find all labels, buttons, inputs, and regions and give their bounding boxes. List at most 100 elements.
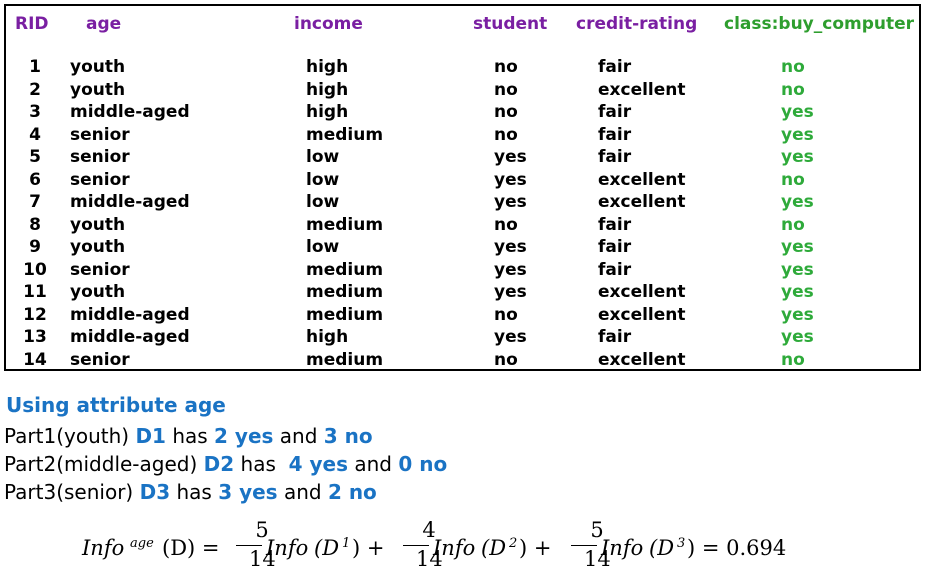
part-mid1: has: [234, 452, 289, 476]
part-line: Part2(middle-aged) D2 has 4 yes and 0 no: [4, 452, 447, 476]
section-title: Using attribute age: [6, 393, 226, 417]
header-student: student: [473, 14, 548, 34]
cell-student: no: [494, 214, 518, 235]
cell-rid: 13: [23, 327, 47, 347]
cell-age: middle-aged: [70, 304, 190, 325]
cell-student: no: [494, 57, 518, 77]
part-yes: 2 yes: [214, 424, 274, 448]
cell-class: no: [781, 57, 805, 77]
cell-credit-rating: excellent: [598, 192, 686, 212]
part-mid1: has: [165, 424, 215, 448]
cell-credit-rating: excellent: [598, 304, 686, 325]
header-credit-rating: credit-rating: [576, 14, 698, 34]
cell-class: no: [781, 79, 805, 100]
cell-income: low: [306, 237, 340, 257]
table-row: 3 middle-aged high no fair yes: [6, 102, 919, 124]
part-dname: D2: [203, 452, 235, 476]
term-arg: (D: [481, 536, 507, 560]
cell-rid: 4: [29, 124, 41, 145]
cell-age: senior: [70, 349, 130, 370]
part-yes: 4 yes: [288, 452, 348, 476]
cell-credit-rating: fair: [598, 57, 632, 77]
cell-credit-rating: excellent: [598, 349, 686, 370]
cell-income: low: [306, 169, 340, 190]
cell-credit-rating: excellent: [598, 169, 686, 190]
cell-class: yes: [781, 304, 814, 325]
cell-student: yes: [494, 259, 527, 280]
cell-student: yes: [494, 147, 527, 167]
part-line: Part3(senior) D3 has 3 yes and 2 no: [4, 480, 377, 504]
cell-age: senior: [70, 259, 130, 280]
cell-student: no: [494, 102, 518, 122]
cell-student: no: [494, 124, 518, 145]
table-row: 14 senior medium no excellent no: [6, 350, 919, 372]
cell-rid: 3: [29, 102, 41, 122]
cell-class: yes: [781, 237, 814, 257]
cell-income: medium: [306, 304, 384, 325]
table-row: 7 middle-aged low yes excellent yes: [6, 192, 919, 214]
cell-age: youth: [70, 282, 126, 302]
part-mid2: and: [348, 452, 399, 476]
header-class: class:buy_computer: [724, 14, 915, 34]
cell-age: youth: [70, 79, 126, 100]
data-table: RID age income student credit-rating cla…: [4, 4, 921, 371]
header-age: age: [86, 14, 122, 34]
term-info: Info: [266, 536, 309, 560]
cell-income: medium: [306, 124, 384, 145]
cell-rid: 9: [29, 237, 41, 257]
term-sub: 2: [509, 536, 518, 551]
cell-credit-rating: fair: [598, 124, 632, 145]
header-income: income: [294, 14, 363, 34]
part-prefix: Part2(middle-aged): [4, 452, 204, 476]
part-yes: 3 yes: [218, 480, 278, 504]
cell-credit-rating: fair: [598, 327, 632, 347]
part-dname: D1: [135, 424, 166, 448]
cell-credit-rating: fair: [598, 237, 632, 257]
term-arg: (D: [314, 536, 340, 560]
cell-rid: 12: [23, 304, 47, 325]
cell-income: medium: [306, 214, 384, 235]
term-info: Info: [601, 536, 644, 560]
part-no: 2 no: [327, 480, 377, 504]
table-row: 12 middle-aged medium no excellent yes: [6, 305, 919, 327]
cell-class: no: [781, 349, 805, 370]
cell-student: yes: [494, 327, 527, 347]
cell-student: no: [494, 349, 518, 370]
table-row: 6 senior low yes excellent no: [6, 170, 919, 192]
fraction-bar: [571, 545, 597, 546]
part-dname: D3: [139, 480, 171, 504]
cell-rid: 7: [29, 192, 41, 212]
cell-credit-rating: fair: [598, 147, 632, 167]
fraction-bar: [403, 545, 429, 546]
term-sub: 1: [342, 536, 351, 551]
part-prefix: Part3(senior): [4, 480, 140, 504]
fraction-bar: [236, 545, 262, 546]
term-close: ) +: [519, 536, 552, 560]
table-row: 10 senior medium yes fair yes: [6, 260, 919, 282]
part-line: Part1(youth) D1 has 2 yes and 3 no: [4, 424, 373, 448]
cell-income: high: [306, 79, 349, 100]
table-row: 9 youth low yes fair yes: [6, 237, 919, 259]
cell-class: yes: [781, 147, 814, 167]
table-row: 1 youth high no fair no: [6, 57, 919, 79]
part-mid2: and: [277, 480, 328, 504]
cell-student: no: [494, 304, 518, 325]
cell-age: senior: [70, 124, 130, 145]
cell-age: youth: [70, 237, 126, 257]
part-no: 3 no: [323, 424, 373, 448]
cell-income: high: [306, 327, 349, 347]
cell-class: no: [781, 169, 805, 190]
cell-rid: 8: [29, 214, 41, 235]
cell-class: yes: [781, 259, 814, 280]
part-mid1: has: [170, 480, 219, 504]
cell-age: senior: [70, 169, 130, 190]
cell-rid: 1: [29, 57, 41, 77]
table-row: 8 youth medium no fair no: [6, 215, 919, 237]
cell-class: yes: [781, 282, 814, 302]
term-arg: (D: [649, 536, 675, 560]
cell-class: yes: [781, 327, 814, 347]
cell-income: high: [306, 57, 349, 77]
cell-credit-rating: excellent: [598, 282, 686, 302]
cell-student: no: [494, 79, 518, 100]
cell-credit-rating: excellent: [598, 79, 686, 100]
